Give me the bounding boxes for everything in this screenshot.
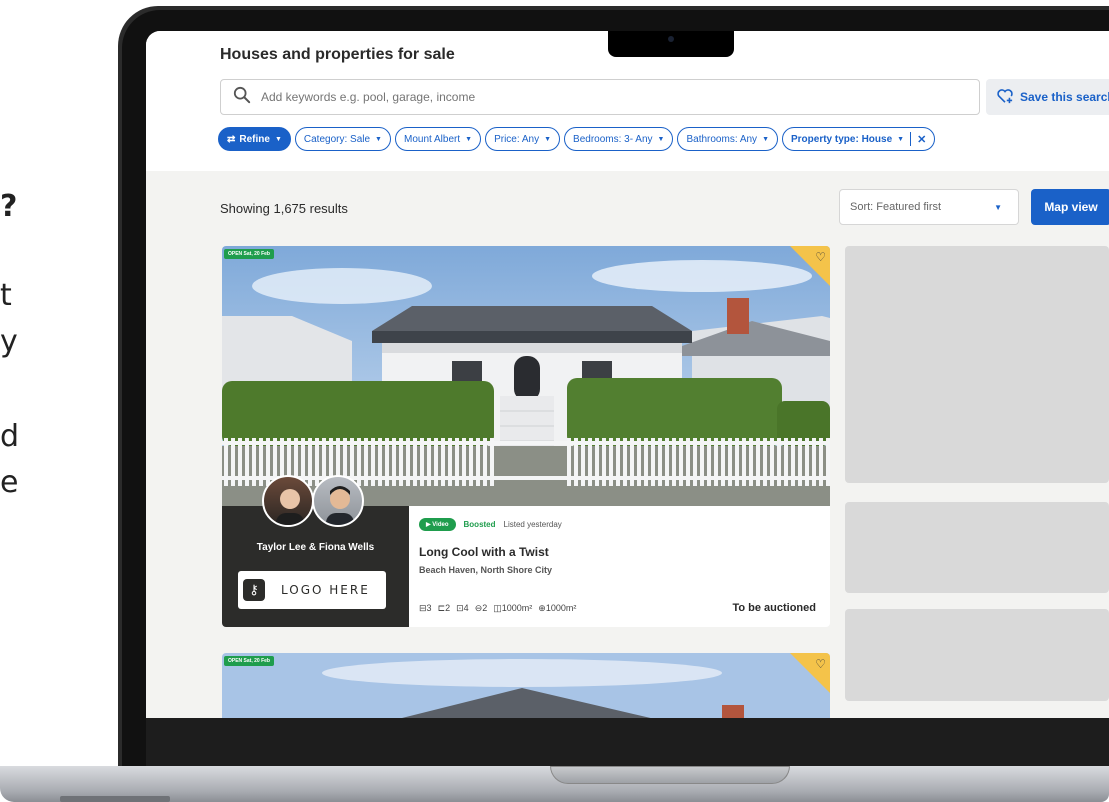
filter-bathrooms[interactable]: Bathrooms: Any ▼: [677, 127, 778, 151]
garage-value: 2: [482, 603, 488, 613]
refine-button[interactable]: ⇄ Refine ▼: [218, 127, 291, 151]
chevron-down-icon: ▼: [762, 135, 769, 143]
boosted-label: Boosted: [463, 520, 496, 529]
search-field[interactable]: [220, 79, 980, 115]
agent-avatar: [312, 475, 364, 527]
chevron-down-icon: ▼: [544, 135, 552, 143]
side-text-line: e: [0, 465, 19, 500]
ad-placeholder: [845, 609, 1109, 701]
bathrooms-value: 2: [445, 603, 451, 613]
results-toolbar: Showing 1,675 results Sort: Featured fir…: [220, 189, 1109, 229]
key-icon: ⚷: [243, 579, 265, 601]
filter-price[interactable]: Price: Any ▼: [485, 127, 561, 151]
camera-icon: [668, 36, 674, 42]
land-area-value: 1000m²: [545, 603, 577, 613]
filter-bedrooms[interactable]: Bedrooms: 3- Any ▼: [564, 127, 674, 151]
filter-bedrooms-label: Bedrooms: 3- Any: [573, 133, 653, 145]
land-area-icon: ⊕: [538, 603, 546, 613]
listing-photo[interactable]: OPEN Sat, 20 Feb ♡: [222, 246, 830, 506]
save-search-button[interactable]: Save this search: [986, 79, 1109, 115]
search-input[interactable]: [261, 90, 941, 104]
chevron-down-icon: ▼: [897, 135, 905, 143]
laptop-screen: Houses and properties for sale Save this…: [146, 31, 1109, 718]
floor-area-icon: ◫: [493, 603, 502, 613]
laptop-chin: [146, 718, 1109, 766]
listing-card[interactable]: OPEN Sat, 20 Feb ♡ Taylor Lee & Fiona We…: [222, 246, 830, 627]
filter-location[interactable]: Mount Albert ▼: [394, 127, 482, 151]
video-badge[interactable]: ▶ Video: [419, 518, 456, 531]
bedrooms-value: 3: [426, 603, 432, 613]
agency-logo-text: LOGO HERE: [281, 583, 370, 597]
sale-method: To be auctioned: [732, 602, 816, 614]
refine-label: Refine: [239, 133, 270, 145]
listing-title[interactable]: Long Cool with a Twist: [419, 545, 549, 559]
ad-placeholder: [845, 246, 1109, 483]
filter-bar: ⇄ Refine ▼ Category: Sale ▼ Mount Albert…: [218, 127, 936, 153]
chevron-down-icon: ▼: [465, 135, 473, 143]
side-text-line: ?: [0, 189, 18, 224]
listing-details: ▶ Video Boosted Listed yesterday Long Co…: [409, 506, 830, 627]
sliders-icon: ⇄: [227, 133, 236, 145]
floor-area-value: 1000m²: [501, 603, 533, 613]
chevron-down-icon: ▼: [657, 135, 665, 143]
clear-filter-icon[interactable]: ✕: [917, 133, 926, 146]
heart-plus-icon: [996, 88, 1020, 107]
results-count: Showing 1,675 results: [220, 201, 348, 216]
sort-dropdown[interactable]: Sort: Featured first ▼: [839, 189, 1019, 225]
listed-date: Listed yesterday: [503, 520, 562, 529]
bath-icon: ⊏: [437, 603, 446, 613]
ad-placeholder: [845, 502, 1109, 593]
side-text-line: y: [0, 324, 18, 359]
feature-bathrooms: ⊏2: [438, 603, 451, 614]
filter-property-type-label: Property type: House: [791, 133, 893, 145]
feature-bedrooms: ⊟3: [419, 603, 432, 614]
open-home-badge: OPEN Sat, 20 Feb: [224, 249, 274, 259]
filter-bathrooms-label: Bathrooms: Any: [686, 133, 758, 145]
map-view-button[interactable]: Map view: [1031, 189, 1109, 225]
feature-floor-area: ◫1000m²: [493, 603, 532, 614]
listing-features: ⊟3 ⊏2 ⊡4 ⊖2 ◫1000m² ⊕1000m²: [419, 603, 576, 614]
chevron-down-icon: ▼: [994, 203, 1002, 212]
feature-land-area: ⊕1000m²: [538, 603, 576, 614]
filter-category[interactable]: Category: Sale ▼: [294, 127, 391, 151]
watchlist-add-icon[interactable]: ♡: [815, 250, 826, 264]
laptop-base-notch: [550, 766, 790, 784]
save-search-label: Save this search: [1020, 90, 1109, 104]
filter-property-type[interactable]: Property type: House ▼ ✕: [782, 127, 936, 151]
camera-notch: [608, 31, 734, 57]
chevron-down-icon: ▼: [274, 135, 282, 143]
filter-category-label: Category: Sale: [303, 133, 371, 145]
filter-location-label: Mount Albert: [403, 133, 461, 145]
open-home-badge: OPEN Sat, 20 Feb: [224, 656, 274, 666]
chevron-down-icon: ▼: [375, 135, 382, 143]
page-title: Houses and properties for sale: [220, 46, 455, 63]
agent-avatar: [262, 475, 314, 527]
bed-icon: ⊟: [419, 603, 427, 613]
feature-parking: ⊡4: [456, 603, 469, 614]
sort-label: Sort: Featured first: [850, 201, 942, 213]
watchlist-add-icon[interactable]: ♡: [815, 657, 826, 671]
side-text-line: t: [0, 278, 12, 313]
parking-value: 4: [463, 603, 469, 613]
feature-garage: ⊖2: [475, 603, 488, 614]
search-icon: [233, 86, 251, 109]
listing-location: Beach Haven, North Shore City: [419, 565, 553, 575]
agency-logo[interactable]: ⚷ LOGO HERE: [238, 571, 386, 609]
chip-divider: [910, 132, 912, 146]
listing-card[interactable]: OPEN Sat, 20 Feb ♡: [222, 653, 830, 718]
side-text-line: d: [0, 419, 20, 454]
listing-badges: ▶ Video Boosted Listed yesterday: [419, 518, 562, 531]
agent-names: Taylor Lee & Fiona Wells: [256, 542, 375, 553]
filter-price-label: Price: Any: [494, 133, 540, 145]
laptop-foot: [60, 796, 170, 802]
car-icon: ⊡: [456, 603, 464, 613]
